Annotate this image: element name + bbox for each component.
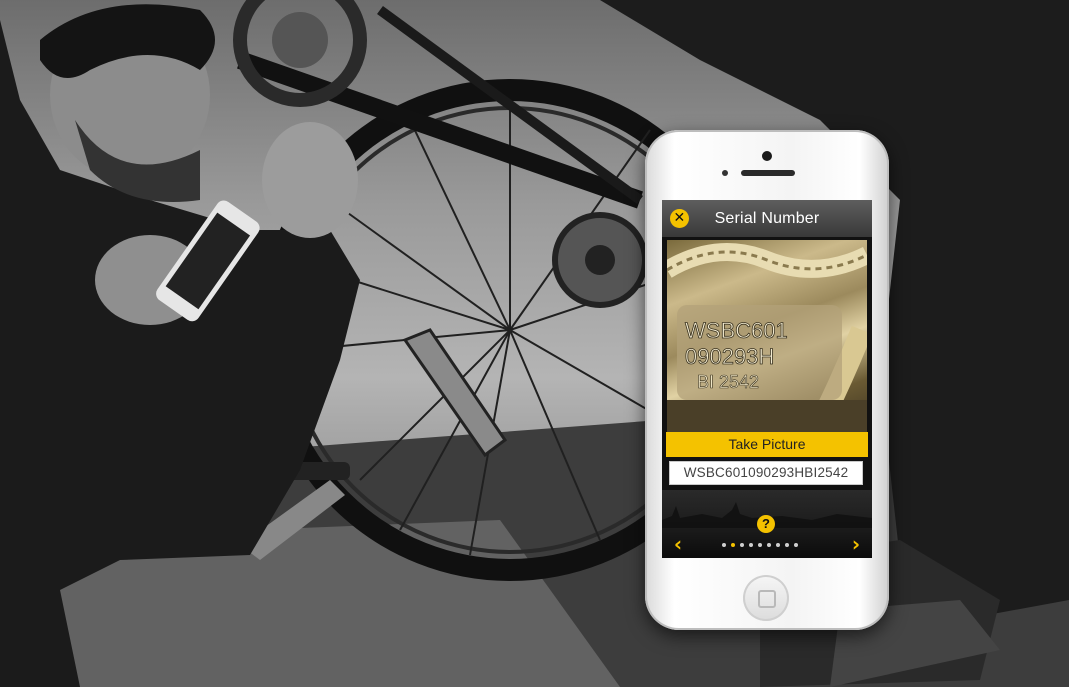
previous-button[interactable]: ‹ [670, 532, 686, 556]
engraving-line-2: 090293H [685, 344, 774, 369]
home-button[interactable] [743, 575, 789, 621]
serial-photo-preview: WSBC601 090293H BI 2542 [667, 240, 867, 432]
page-dot[interactable] [740, 543, 744, 547]
page-dot[interactable] [776, 543, 780, 547]
page-dot[interactable] [749, 543, 753, 547]
engraving-line-3: BI 2542 [697, 372, 759, 392]
take-picture-button[interactable]: Take Picture [666, 432, 868, 457]
page-dot[interactable] [767, 543, 771, 547]
help-button[interactable]: ? [757, 515, 775, 533]
page-indicator [722, 543, 812, 549]
smartphone-mockup: Serial Number ✕ WSBC601 090293H BI 2542 … [645, 130, 889, 630]
next-button[interactable]: › [848, 532, 864, 556]
chevron-right-icon: › [851, 532, 861, 556]
bike-repair-scene [0, 0, 1069, 687]
bottom-bar: ? ‹ › [662, 490, 872, 558]
title-bar: Serial Number ✕ [662, 200, 872, 237]
page-dot[interactable] [722, 543, 726, 547]
serial-number-field[interactable] [669, 461, 863, 485]
proximity-sensor [722, 170, 728, 176]
front-camera [762, 151, 772, 161]
page-dot[interactable] [794, 543, 798, 547]
close-icon: ✕ [673, 210, 686, 226]
earpiece-speaker [741, 170, 795, 176]
close-button[interactable]: ✕ [670, 209, 689, 228]
serial-photo-image: WSBC601 090293H BI 2542 [667, 243, 867, 432]
help-icon: ? [762, 516, 770, 531]
page-dot[interactable] [758, 543, 762, 547]
background-photo [0, 0, 1069, 687]
engraving-line-1: WSBC601 [685, 318, 788, 343]
page-dot[interactable] [785, 543, 789, 547]
chevron-left-icon: ‹ [673, 532, 683, 556]
page-title: Serial Number [714, 210, 820, 227]
page-dot[interactable] [731, 543, 735, 547]
app-screen: Serial Number ✕ WSBC601 090293H BI 2542 … [662, 200, 872, 558]
